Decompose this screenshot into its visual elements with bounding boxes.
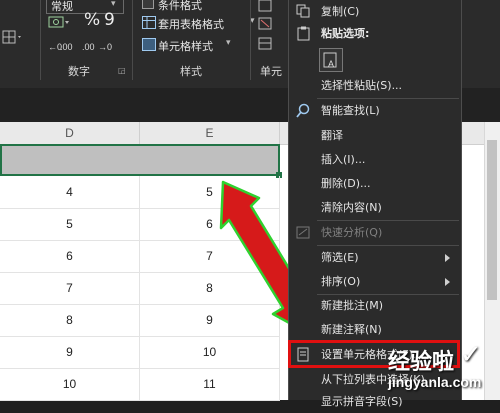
watermark-text: 经验啦 bbox=[388, 350, 455, 375]
table-icon bbox=[142, 16, 156, 29]
table-cell[interactable]: 7 bbox=[0, 272, 140, 305]
conditional-format-button[interactable]: 条件格式 bbox=[140, 0, 250, 12]
menu-item-clear[interactable]: 清除内容(N) bbox=[289, 196, 461, 219]
menu-item-new-comment[interactable]: 新建批注(M) bbox=[289, 294, 461, 317]
menu-item-paste-options: 粘贴选项: bbox=[289, 22, 461, 45]
number-format-value: 常规 bbox=[51, 0, 73, 13]
svg-text:.00: .00 bbox=[60, 42, 73, 52]
menu-item-label: 复制(C) bbox=[321, 5, 360, 18]
dialog-launcher-icon[interactable]: ◲ bbox=[118, 66, 126, 75]
menu-item-translate[interactable]: 翻译 bbox=[289, 124, 461, 147]
table-format-button[interactable]: 套用表格格式 ▾ bbox=[140, 14, 260, 32]
submenu-arrow-icon bbox=[445, 278, 450, 286]
menu-item-paste-special[interactable]: 选择性粘贴(S)... bbox=[289, 74, 461, 97]
menu-item-label: 新建批注(M) bbox=[321, 299, 384, 312]
chevron-down-icon: ▾ bbox=[226, 38, 231, 48]
table-cell[interactable]: 5 bbox=[0, 208, 140, 241]
table-cell[interactable]: 4 bbox=[0, 176, 140, 209]
copy-icon bbox=[296, 4, 310, 18]
column-header-d-label: D bbox=[65, 126, 74, 140]
menu-item-label: 插入(I)... bbox=[321, 153, 366, 166]
menu-item-label: 清除内容(N) bbox=[321, 201, 382, 214]
checkmark-icon: ✓ bbox=[460, 340, 482, 370]
table-cell[interactable]: 11 bbox=[140, 368, 280, 401]
svg-text:→0: →0 bbox=[98, 42, 112, 52]
menu-item-insert[interactable]: 插入(I)... bbox=[289, 148, 461, 171]
search-icon bbox=[296, 103, 310, 118]
scrollbar-thumb[interactable] bbox=[487, 140, 497, 300]
cell-style-icon bbox=[142, 38, 156, 51]
group-label-cells: 单元 bbox=[260, 65, 282, 78]
ribbon-separator bbox=[40, 0, 41, 80]
menu-item-smart-lookup[interactable]: 智能查找(L) bbox=[289, 99, 461, 122]
decrease-decimal-icon[interactable]: .00 →0 bbox=[82, 38, 112, 57]
table-cell[interactable]: 10 bbox=[0, 368, 140, 401]
border-icon[interactable] bbox=[2, 30, 22, 50]
increase-decimal-icon[interactable]: ←0.00 bbox=[48, 38, 76, 57]
insert-cells-icon[interactable] bbox=[258, 0, 280, 17]
ribbon-separator bbox=[250, 0, 251, 80]
cell-style-button[interactable]: 单元格样式 ▾ bbox=[140, 36, 260, 54]
column-header-e[interactable]: E bbox=[140, 122, 280, 145]
table-cell[interactable]: 9 bbox=[0, 336, 140, 369]
menu-item-label: 筛选(E) bbox=[321, 251, 359, 264]
group-label-number: 数字 bbox=[68, 65, 90, 78]
menu-item-sort[interactable]: 排序(O) bbox=[289, 270, 461, 293]
chevron-down-icon: ▾ bbox=[111, 0, 116, 9]
menu-item-label: 快速分析(Q) bbox=[321, 226, 383, 239]
comma-button[interactable]: 9 bbox=[104, 10, 115, 30]
selected-row[interactable] bbox=[0, 144, 280, 176]
menu-item-copy[interactable]: 复制(C) bbox=[289, 0, 461, 23]
table-cell[interactable]: 8 bbox=[0, 304, 140, 337]
menu-item-label: 排序(O) bbox=[321, 275, 361, 288]
watermark: 经验啦 ✓ jingyanla.com bbox=[382, 340, 500, 400]
conditional-format-label: 条件格式 bbox=[158, 0, 202, 12]
menu-item-label: 智能查找(L) bbox=[321, 104, 380, 117]
format-cells-icon[interactable] bbox=[258, 36, 280, 55]
svg-text:A: A bbox=[328, 59, 334, 69]
quick-analysis-icon bbox=[296, 226, 310, 239]
table-format-label: 套用表格格式 bbox=[158, 18, 224, 31]
menu-item-quick-analysis: 快速分析(Q) bbox=[289, 221, 461, 244]
menu-item-label: 新建注释(N) bbox=[321, 323, 382, 336]
column-header-e-label: E bbox=[205, 126, 214, 140]
svg-text:.00: .00 bbox=[82, 42, 95, 52]
column-header-d[interactable]: D bbox=[0, 122, 140, 145]
menu-item-label: 翻译 bbox=[321, 129, 343, 142]
menu-item-delete[interactable]: 删除(D)... bbox=[289, 172, 461, 195]
ribbon-separator bbox=[132, 0, 133, 80]
clipboard-icon bbox=[297, 26, 310, 41]
group-label-styles: 样式 bbox=[180, 65, 202, 78]
menu-item-label: 选择性粘贴(S)... bbox=[321, 79, 403, 92]
percent-button[interactable]: % bbox=[84, 10, 100, 30]
menu-item-label: 删除(D)... bbox=[321, 177, 371, 190]
conditional-format-icon bbox=[142, 0, 154, 9]
table-cell[interactable]: 6 bbox=[0, 240, 140, 273]
cell-style-label: 单元格样式 bbox=[158, 40, 213, 53]
paste-values-button[interactable]: A bbox=[319, 48, 343, 72]
menu-item-label: 粘贴选项: bbox=[321, 27, 370, 40]
paste-icon: A bbox=[323, 52, 337, 69]
menu-item-filter[interactable]: 筛选(E) bbox=[289, 246, 461, 269]
menu-item-new-note[interactable]: 新建注释(N) bbox=[289, 318, 461, 341]
currency-icon[interactable] bbox=[48, 14, 70, 34]
submenu-arrow-icon bbox=[445, 254, 450, 262]
delete-cells-icon[interactable] bbox=[258, 16, 280, 35]
watermark-url: jingyanla.com bbox=[388, 374, 482, 390]
